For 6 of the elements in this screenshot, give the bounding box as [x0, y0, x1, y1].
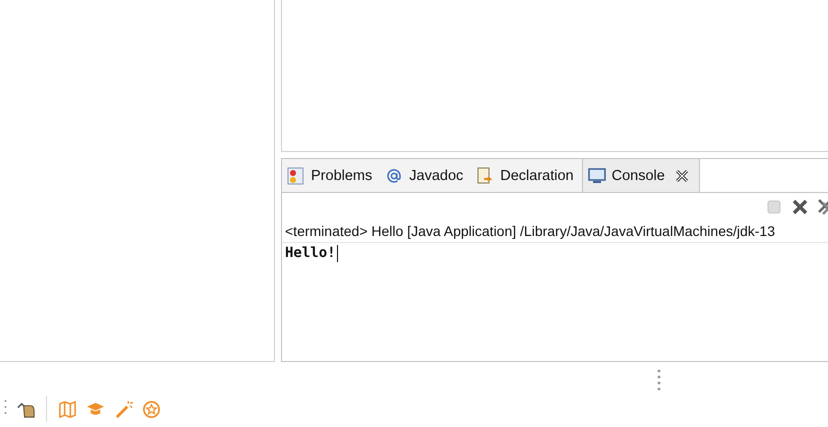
console-output: Hello!	[285, 245, 336, 261]
view-tab[interactable]: Declaration	[471, 159, 582, 192]
view-tab[interactable]: Console	[582, 159, 700, 192]
view-tab[interactable]: Problems	[282, 159, 380, 192]
process-status: <terminated> Hello [Java Application] /Library/Java/JavaVirtualMachines/jdk-13	[282, 221, 828, 243]
view-tab[interactable]: Javadoc	[380, 159, 472, 192]
